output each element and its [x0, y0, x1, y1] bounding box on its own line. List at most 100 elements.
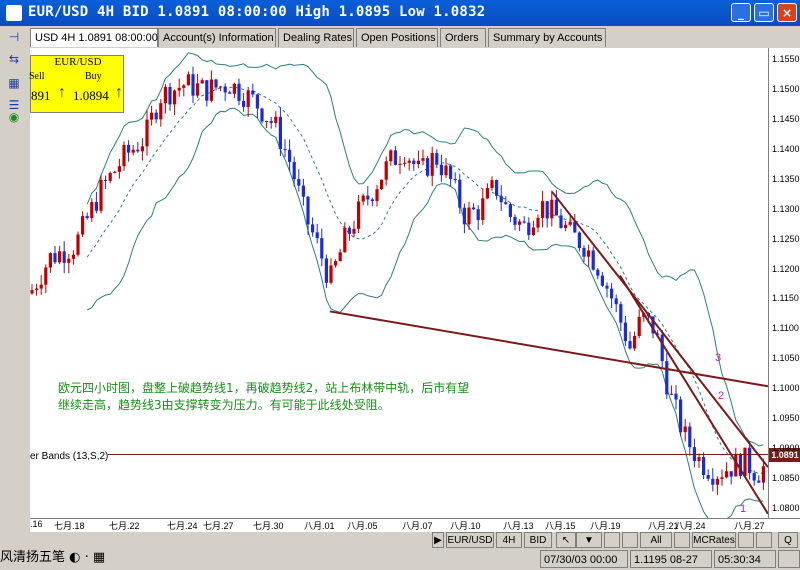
- candle-body: [596, 269, 600, 276]
- bottom-bar: ▶ EUR/USD 4H BID ↖ ▼ All MCRates Q 风清扬五笔…: [0, 532, 800, 570]
- candle: [255, 93, 259, 119]
- candle: [531, 220, 535, 237]
- globe-icon[interactable]: ◉: [4, 108, 24, 126]
- candle-body: [628, 341, 632, 349]
- candle: [683, 419, 687, 442]
- status-time: 07/30/03 00:00: [540, 550, 628, 568]
- tool-button-d[interactable]: [738, 532, 754, 548]
- candle: [660, 329, 664, 368]
- candle-body: [683, 426, 687, 433]
- trend-line-2: [551, 191, 768, 468]
- bid-select[interactable]: BID: [524, 532, 552, 548]
- tool-button-a[interactable]: [604, 532, 620, 548]
- price-tick-label: 1.1050: [772, 353, 800, 364]
- tab-account-information[interactable]: Account(s) Information: [158, 28, 276, 47]
- tab-dealing-rates[interactable]: Dealing Rates: [278, 28, 354, 47]
- candle: [81, 211, 85, 237]
- dropdown-arrow-icon[interactable]: ▼: [576, 532, 602, 548]
- tab-orders[interactable]: Orders: [440, 28, 486, 47]
- candle: [168, 83, 172, 111]
- candle: [633, 331, 637, 351]
- cursor-tool-icon[interactable]: ↖: [556, 532, 576, 548]
- candle: [499, 185, 503, 211]
- time-tick-label: 八月.21: [648, 521, 679, 531]
- close-button[interactable]: ×: [777, 3, 797, 22]
- trendline-label-3: 3: [715, 352, 722, 364]
- tab-summary-by-accounts[interactable]: Summary by Accounts: [488, 28, 606, 47]
- pin-icon[interactable]: ⊣: [4, 28, 24, 46]
- time-tick-label: 八月.15: [545, 521, 576, 531]
- buy-label: Buy: [85, 71, 102, 82]
- buy-price[interactable]: 1.0894: [73, 88, 109, 104]
- candle-body: [191, 74, 195, 96]
- tool-button-b[interactable]: [622, 532, 638, 548]
- swap-arrows-icon[interactable]: ⇆: [4, 50, 24, 68]
- candle-body: [430, 153, 434, 176]
- annotation-line-1: 欧元四小时图，盘整上破趋势线1，再破趋势线2，站上布林带中轨，后市有望: [58, 381, 470, 395]
- candle-body: [715, 478, 719, 485]
- candle: [274, 111, 278, 128]
- grid-icon[interactable]: ▦: [4, 74, 24, 92]
- candle: [288, 139, 292, 172]
- candle-body: [127, 144, 131, 153]
- candle-body: [564, 224, 568, 228]
- tab-chart[interactable]: USD 4H 1.0891 08:00:00: [30, 28, 158, 47]
- candle: [53, 245, 57, 264]
- candle: [490, 176, 494, 191]
- candle-body: [361, 195, 365, 202]
- candle-body: [536, 217, 540, 228]
- candle: [67, 253, 71, 274]
- candle: [623, 315, 627, 346]
- candle: [191, 66, 195, 104]
- candle: [720, 469, 724, 486]
- candle: [71, 250, 75, 265]
- candle-body: [255, 94, 259, 109]
- price-tick-label: 1.1000: [772, 383, 800, 394]
- candle: [251, 83, 255, 98]
- candle-body: [458, 179, 462, 208]
- mcrates-button[interactable]: MCRates: [692, 532, 736, 548]
- app-icon: [6, 5, 22, 21]
- price-tick-label: 1.1400: [772, 143, 800, 154]
- candle-body: [729, 471, 733, 477]
- q-button[interactable]: Q: [778, 532, 798, 548]
- quote-symbol: EUR/USD: [54, 56, 102, 68]
- period-select[interactable]: 4H: [496, 532, 522, 548]
- candle: [426, 155, 430, 178]
- maximize-button[interactable]: ▭: [754, 3, 774, 22]
- annotation-line-2: 继续走高，趋势线3由支撑转变为压力。有可能于此线处受阻。: [58, 398, 390, 412]
- sell-price[interactable]: 891: [31, 88, 51, 104]
- price-chart[interactable]: [30, 48, 768, 518]
- trend-line-1: [619, 274, 768, 515]
- price-tick-label: 1.1300: [772, 203, 800, 214]
- candle-body: [485, 188, 489, 199]
- minimize-button[interactable]: _: [731, 3, 751, 22]
- candle: [439, 154, 443, 182]
- candle: [518, 219, 522, 232]
- status-clock: 05:30:34: [714, 550, 776, 568]
- candle-body: [518, 221, 522, 225]
- all-button[interactable]: All: [640, 532, 672, 548]
- candle-body: [757, 480, 761, 483]
- tool-button-c[interactable]: [674, 532, 690, 548]
- quote-panel[interactable]: EUR/USD Sell Buy 891 ↑ 1.0894 ↑: [29, 55, 124, 113]
- status-price: 1.1195 08-27: [630, 550, 712, 568]
- candle-body: [389, 150, 393, 162]
- scroll-right-button[interactable]: ▶: [432, 532, 444, 548]
- candle: [347, 225, 351, 241]
- symbol-select[interactable]: EUR/USD: [446, 532, 494, 548]
- candlestick-chart: [30, 52, 768, 518]
- candle-body: [283, 148, 287, 150]
- candle-body: [495, 180, 499, 196]
- candle: [265, 120, 269, 128]
- time-tick-label: 八月.07: [402, 521, 433, 531]
- candle-body: [453, 178, 457, 180]
- candle-body: [71, 254, 75, 259]
- tab-open-positions[interactable]: Open Positions: [356, 28, 438, 47]
- tool-button-e[interactable]: [756, 532, 772, 548]
- candle: [462, 203, 466, 234]
- candle: [58, 246, 62, 265]
- ime-status[interactable]: 风清扬五笔 ◐ · ▦: [0, 548, 110, 568]
- candle-body: [76, 234, 80, 255]
- candle: [628, 331, 632, 350]
